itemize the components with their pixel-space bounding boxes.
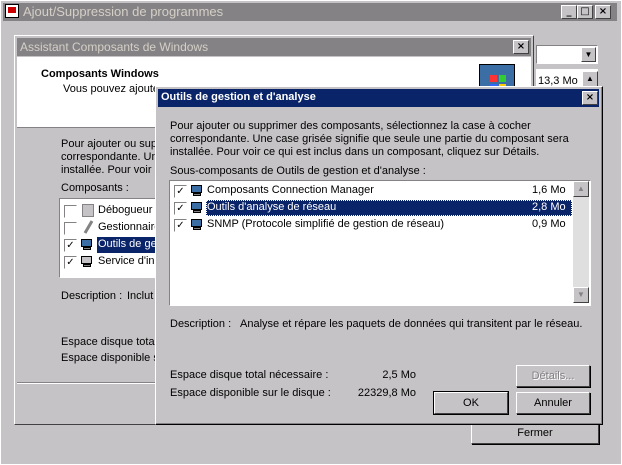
disk-total-value: 2,5 Mo: [382, 369, 416, 381]
scroll-down-icon[interactable]: ▼: [573, 287, 589, 303]
subcomponents-dialog: Outils de gestion et d'analyse × Pour aj…: [155, 86, 603, 425]
disk-free-label: Espace disponible sur le disque :: [170, 387, 331, 399]
components-list: Débogueur Gestionnaire ✓ Outils de ge ✓ …: [59, 198, 161, 278]
dialog-titlebar[interactable]: Outils de gestion et d'analyse ×: [158, 89, 599, 107]
cancel-button[interactable]: Annuler: [516, 392, 590, 414]
dialog-instructions: Pour ajouter ou supprimer des composants…: [170, 120, 569, 158]
sort-dropdown[interactable]: ▼: [536, 45, 598, 64]
ok-button[interactable]: OK: [433, 391, 509, 415]
tool-icon: [82, 220, 94, 234]
main-titlebar[interactable]: Ajout/Suppression de programmes _ □ ×: [3, 3, 617, 21]
service-icon: [80, 256, 94, 268]
list-item[interactable]: ✓ Outils de ge: [60, 237, 160, 253]
checkbox[interactable]: [64, 205, 77, 218]
dialog-title: Outils de gestion et d'analyse: [161, 91, 316, 103]
wizard-disk-free-label: Espace disponible s: [61, 352, 159, 364]
subcomponents-label: Sous-composants de Outils de gestion et …: [170, 165, 426, 177]
subcomponents-list: ✓ Composants Connection Manager 1,6 Mo ✓…: [169, 180, 591, 306]
wizard-titlebar[interactable]: Assistant Composants de Windows ×: [17, 38, 531, 56]
vertical-scrollbar[interactable]: ▲ ▼: [573, 181, 589, 303]
wizard-description-label: Description :: [61, 290, 123, 302]
dialog-description-label: Description :: [170, 318, 232, 330]
checkbox[interactable]: ✓: [174, 219, 187, 232]
computer-icon: [190, 219, 204, 231]
scroll-up-icon[interactable]: ▲: [573, 181, 589, 197]
list-item[interactable]: Débogueur: [60, 203, 160, 219]
wizard-close-icon[interactable]: ×: [513, 40, 529, 54]
main-title: Ajout/Suppression de programmes: [23, 4, 224, 19]
list-item[interactable]: ✓ Composants Connection Manager 1,6 Mo: [170, 183, 572, 199]
checkbox[interactable]: ✓: [174, 185, 187, 198]
minimize-icon[interactable]: _: [561, 5, 577, 19]
wizard-title: Assistant Composants de Windows: [20, 40, 209, 54]
dialog-close-icon[interactable]: ×: [582, 91, 598, 105]
computer-icon: [190, 202, 204, 214]
disk-free-value: 22329,8 Mo: [357, 387, 416, 399]
checkbox[interactable]: ✓: [174, 202, 187, 215]
wizard-description-value: Inclut: [127, 290, 154, 302]
close-icon[interactable]: ×: [595, 5, 611, 19]
main-close-button[interactable]: Fermer: [471, 423, 599, 444]
computer-icon: [190, 185, 204, 197]
checkbox[interactable]: [64, 222, 77, 235]
computer-icon: [80, 239, 94, 251]
debugger-icon: [82, 204, 94, 217]
components-label: Composants :: [61, 182, 129, 194]
list-item[interactable]: ✓ SNMP (Protocole simplifié de gestion d…: [170, 217, 572, 233]
wizard-subtext: Vous pouvez ajouter: [63, 83, 163, 95]
wizard-heading: Composants Windows: [41, 68, 159, 80]
list-item-selected[interactable]: ✓ Outils d'analyse de réseau 2,8 Mo: [170, 200, 572, 216]
checkbox[interactable]: ✓: [64, 256, 77, 269]
details-button[interactable]: Détails...: [516, 365, 590, 387]
list-item[interactable]: ✓ Service d'in: [60, 254, 160, 270]
list-item[interactable]: Gestionnaire: [60, 220, 160, 236]
wizard-disk-total-label: Espace disque total: [61, 336, 158, 348]
app-icon: [5, 4, 19, 18]
checkbox[interactable]: ✓: [64, 239, 77, 252]
maximize-icon[interactable]: □: [577, 5, 593, 19]
wizard-intro: Pour ajouter ou supp correspondante. Un …: [61, 138, 164, 176]
disk-total-label: Espace disque total nécessaire :: [170, 369, 329, 381]
dialog-description-text: Analyse et répare les paquets de données…: [240, 318, 583, 330]
